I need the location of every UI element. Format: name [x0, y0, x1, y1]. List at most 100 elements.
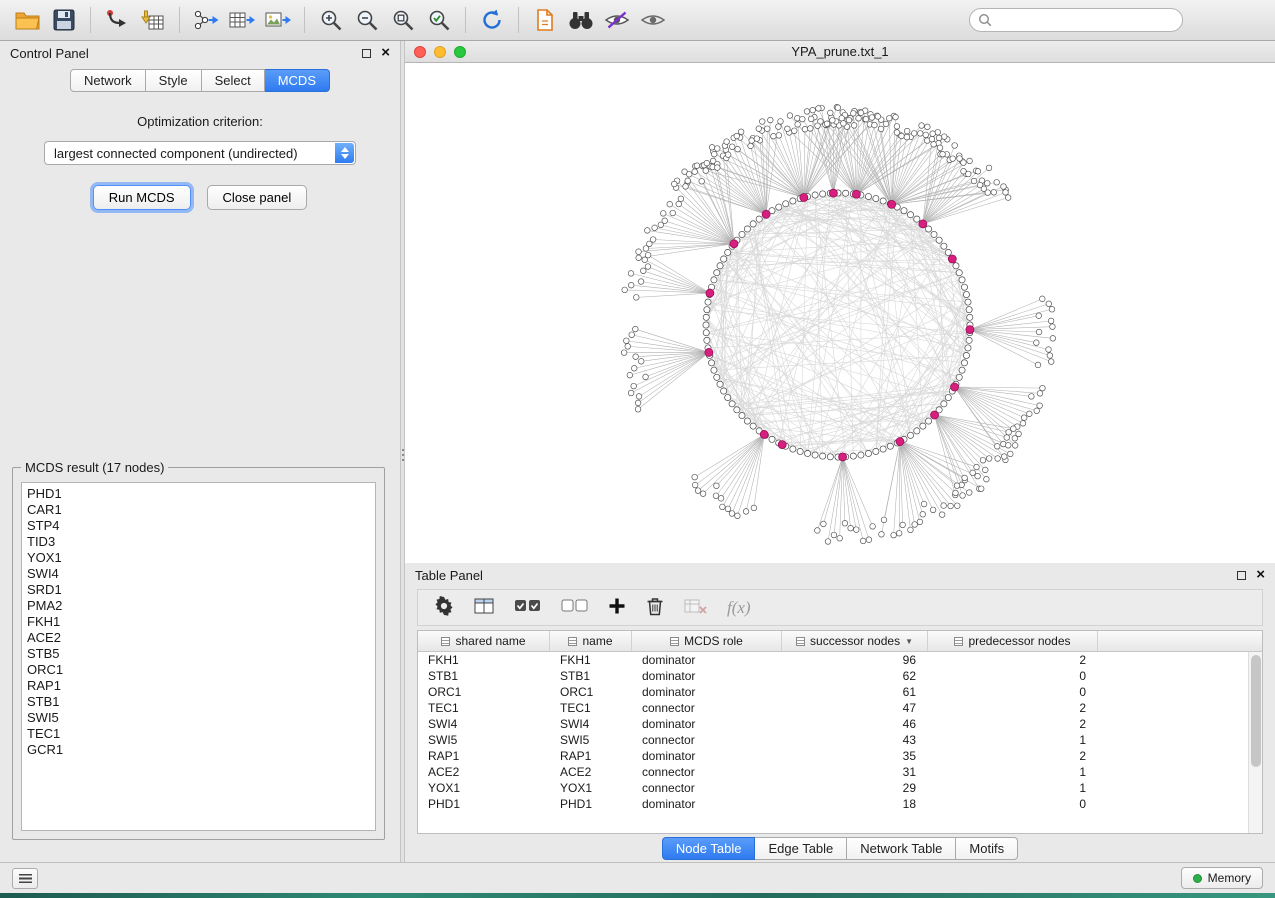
- table-row[interactable]: ACE2ACE2connector311: [418, 764, 1248, 780]
- cell-successor-nodes: 31: [782, 765, 928, 779]
- close-panel-button[interactable]: Close panel: [207, 185, 308, 210]
- open-session-icon[interactable]: [10, 4, 46, 36]
- save-session-icon[interactable]: [46, 4, 82, 36]
- tab-select[interactable]: Select: [202, 69, 265, 92]
- show-all-icon[interactable]: [635, 4, 671, 36]
- import-network-glyph: [105, 9, 129, 31]
- mcds-result-item[interactable]: GCR1: [27, 742, 370, 758]
- mcds-result-item[interactable]: STP4: [27, 518, 370, 534]
- add-column-icon[interactable]: [608, 597, 626, 618]
- cell-successor-nodes: 18: [782, 797, 928, 811]
- delete-column-icon[interactable]: [646, 596, 664, 619]
- export-image-icon[interactable]: [260, 4, 296, 36]
- select-all-icon[interactable]: [514, 598, 541, 617]
- cell-predecessor-nodes: 2: [928, 701, 1098, 715]
- cell-shared-name: FKH1: [418, 653, 550, 667]
- mcds-result-item[interactable]: STB5: [27, 646, 370, 662]
- memory-button[interactable]: Memory: [1181, 867, 1263, 889]
- mcds-result-item[interactable]: PMA2: [27, 598, 370, 614]
- tab-style[interactable]: Style: [146, 69, 202, 92]
- column-header-mcds-role[interactable]: MCDS role: [632, 631, 782, 651]
- mcds-result-item[interactable]: FKH1: [27, 614, 370, 630]
- table-row[interactable]: SWI5SWI5connector431: [418, 732, 1248, 748]
- table-row[interactable]: YOX1YOX1connector291: [418, 780, 1248, 796]
- deselect-all-icon[interactable]: [561, 598, 588, 617]
- show-columns-icon[interactable]: [474, 597, 494, 618]
- cell-name: TEC1: [550, 701, 632, 715]
- network-canvas-svg: [405, 63, 1275, 563]
- cell-mcds-role: dominator: [632, 685, 782, 699]
- mcds-result-item[interactable]: YOX1: [27, 550, 370, 566]
- copy-network-icon[interactable]: [527, 4, 563, 36]
- window-close-button[interactable]: [414, 46, 426, 58]
- column-header-name[interactable]: name: [550, 631, 632, 651]
- column-header-successor-nodes[interactable]: successor nodes▼: [782, 631, 928, 651]
- memory-status-icon: [1193, 874, 1202, 883]
- search-input[interactable]: [969, 8, 1183, 32]
- close-panel-icon[interactable]: ×: [381, 48, 390, 58]
- column-header-shared-name[interactable]: shared name: [418, 631, 550, 651]
- run-mcds-button[interactable]: Run MCDS: [93, 185, 191, 210]
- tab-mcds[interactable]: MCDS: [265, 69, 330, 92]
- mcds-result-item[interactable]: TEC1: [27, 726, 370, 742]
- tab-network[interactable]: Network: [70, 69, 146, 92]
- zoom-selected-icon[interactable]: [421, 4, 457, 36]
- import-table-icon[interactable]: [135, 4, 171, 36]
- apply-layout-icon[interactable]: [474, 4, 510, 36]
- column-header-predecessor-nodes[interactable]: predecessor nodes: [928, 631, 1098, 651]
- network-window-titlebar[interactable]: YPA_prune.txt_1: [405, 41, 1275, 63]
- table-row[interactable]: SWI4SWI4dominator462: [418, 716, 1248, 732]
- zoom-in-icon[interactable]: [313, 4, 349, 36]
- mcds-result-item[interactable]: CAR1: [27, 502, 370, 518]
- mcds-result-item[interactable]: ACE2: [27, 630, 370, 646]
- mcds-result-item[interactable]: SWI4: [27, 566, 370, 582]
- tab-edge-table[interactable]: Edge Table: [755, 837, 847, 860]
- import-network-icon[interactable]: [99, 4, 135, 36]
- tab-network-table[interactable]: Network Table: [847, 837, 956, 860]
- export-table-icon[interactable]: [224, 4, 260, 36]
- panels-menu-button[interactable]: [12, 868, 38, 889]
- zoom-fit-icon[interactable]: [385, 4, 421, 36]
- search-text-field[interactable]: [997, 13, 1174, 27]
- find-icon[interactable]: [563, 4, 599, 36]
- mcds-result-item[interactable]: ORC1: [27, 662, 370, 678]
- scrollbar-thumb[interactable]: [1251, 655, 1261, 767]
- network-window-title: YPA_prune.txt_1: [791, 44, 888, 59]
- mcds-result-item[interactable]: RAP1: [27, 678, 370, 694]
- window-minimize-button[interactable]: [434, 46, 446, 58]
- toolbar-separator: [465, 7, 466, 33]
- splitter-handle-icon: [402, 449, 404, 463]
- network-canvas[interactable]: [405, 63, 1275, 563]
- table-row[interactable]: FKH1FKH1dominator962: [418, 652, 1248, 668]
- criterion-dropdown[interactable]: largest connected component (undirected): [44, 141, 356, 165]
- zoom-out-icon[interactable]: [349, 4, 385, 36]
- search-icon: [978, 13, 992, 27]
- table-scrollbar[interactable]: [1248, 652, 1262, 833]
- mcds-result-item[interactable]: SWI5: [27, 710, 370, 726]
- sort-chevron-icon: ▼: [905, 637, 913, 646]
- table-row[interactable]: RAP1RAP1dominator352: [418, 748, 1248, 764]
- window-zoom-button[interactable]: [454, 46, 466, 58]
- mcds-result-item[interactable]: SRD1: [27, 582, 370, 598]
- hide-selected-icon[interactable]: [599, 4, 635, 36]
- mcds-result-item[interactable]: TID3: [27, 534, 370, 550]
- tab-motifs[interactable]: Motifs: [956, 837, 1018, 860]
- cell-successor-nodes: 35: [782, 749, 928, 763]
- export-network-icon[interactable]: [188, 4, 224, 36]
- mcds-result-item[interactable]: PHD1: [27, 486, 370, 502]
- table-row[interactable]: TEC1TEC1connector472: [418, 700, 1248, 716]
- control-panel: Control Panel × NetworkStyleSelectMCDS O…: [0, 41, 400, 862]
- gear-glyph: [434, 596, 454, 616]
- cell-shared-name: TEC1: [418, 701, 550, 715]
- table-settings-gear-icon[interactable]: [434, 596, 454, 619]
- tab-node-table[interactable]: Node Table: [662, 837, 756, 860]
- mcds-result-item[interactable]: STB1: [27, 694, 370, 710]
- float-panel-icon[interactable]: [362, 49, 371, 58]
- mcds-result-list[interactable]: PHD1CAR1STP4TID3YOX1SWI4SRD1PMA2FKH1ACE2…: [21, 482, 376, 831]
- table-row[interactable]: ORC1ORC1dominator610: [418, 684, 1248, 700]
- cell-name: SWI5: [550, 733, 632, 747]
- close-table-panel-icon[interactable]: ×: [1256, 570, 1265, 580]
- float-table-panel-icon[interactable]: [1237, 571, 1246, 580]
- table-row[interactable]: PHD1PHD1dominator180: [418, 796, 1248, 812]
- table-row[interactable]: STB1STB1dominator620: [418, 668, 1248, 684]
